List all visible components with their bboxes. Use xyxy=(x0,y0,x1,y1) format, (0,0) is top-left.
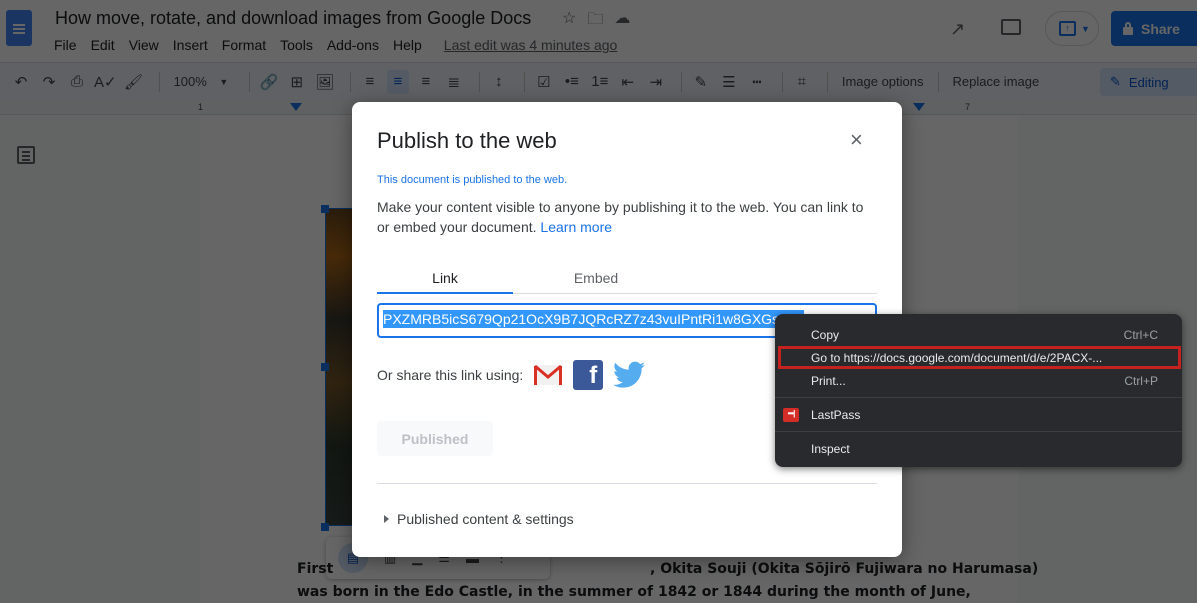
selected-link-text: PXZMRB5icS679Qp21OcX9B7JQRcRZ7z43vuIPntR… xyxy=(383,310,804,328)
context-item-lastpass[interactable]: •••| LastPass xyxy=(775,403,1182,426)
published-button[interactable]: Published xyxy=(377,421,493,456)
share-using-label: Or share this link using: xyxy=(377,367,524,383)
share-row: Or share this link using: f xyxy=(377,360,646,390)
lastpass-icon: •••| xyxy=(783,407,799,422)
context-menu: Copy Ctrl+C Go to https://docs.google.co… xyxy=(775,314,1182,467)
publish-tabs: Link Embed xyxy=(377,264,877,294)
twitter-icon[interactable] xyxy=(613,361,646,389)
item-label: Print... xyxy=(811,373,846,388)
description-text: Make your content visible to anyone by p… xyxy=(377,199,864,235)
expand-arrow-icon xyxy=(384,515,389,523)
publish-status: This document is published to the web. xyxy=(377,174,568,186)
published-settings-toggle[interactable]: Published content & settings xyxy=(384,511,574,527)
facebook-icon[interactable]: f xyxy=(573,360,604,390)
dialog-description: Make your content visible to anyone by p… xyxy=(377,197,877,237)
item-label: Inspect xyxy=(811,441,850,456)
item-label: Go to https://docs.google.com/document/d… xyxy=(811,350,1103,365)
item-shortcut: Ctrl+C xyxy=(1123,327,1158,342)
divider xyxy=(775,397,1182,398)
close-icon[interactable]: × xyxy=(850,128,863,152)
settings-label: Published content & settings xyxy=(397,511,574,527)
learn-more-link[interactable]: Learn more xyxy=(540,219,612,235)
divider xyxy=(377,483,877,484)
context-item-go-to-url[interactable]: Go to https://docs.google.com/document/d… xyxy=(778,346,1181,369)
item-label: LastPass xyxy=(811,407,861,422)
context-item-inspect[interactable]: Inspect xyxy=(775,437,1182,460)
context-item-copy[interactable]: Copy Ctrl+C xyxy=(775,323,1182,346)
item-label: Copy xyxy=(811,327,840,342)
divider xyxy=(775,431,1182,432)
dialog-title: Publish to the web xyxy=(377,128,557,153)
tab-link[interactable]: Link xyxy=(377,270,513,294)
item-shortcut: Ctrl+P xyxy=(1124,373,1158,388)
gmail-icon[interactable] xyxy=(533,364,563,386)
context-item-print[interactable]: Print... Ctrl+P xyxy=(775,369,1182,392)
tab-embed[interactable]: Embed xyxy=(528,270,664,294)
